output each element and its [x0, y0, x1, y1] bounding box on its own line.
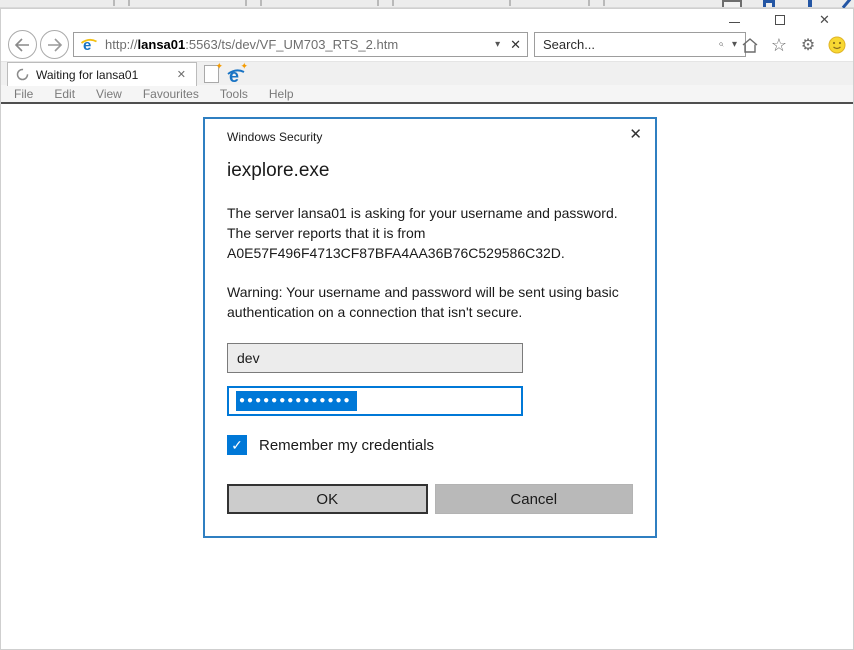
- background-window-fragment: [260, 0, 262, 6]
- background-window-fragment: [392, 0, 394, 6]
- new-tab-star-icon: ✦: [215, 61, 223, 71]
- tab-bar: Waiting for lansa01 ✕ ✦ e ✦: [1, 61, 853, 86]
- checkmark-icon: ✓: [231, 437, 243, 453]
- minimize-button[interactable]: [712, 11, 757, 28]
- maximize-button[interactable]: [757, 11, 802, 28]
- forward-button[interactable]: [40, 30, 69, 59]
- maximize-icon: [774, 14, 785, 25]
- favorites-button[interactable]: ☆: [769, 35, 789, 55]
- search-input[interactable]: [543, 37, 719, 52]
- close-icon: ✕: [819, 12, 830, 27]
- password-masked-text: ●●●●●●●●●●●●●●: [236, 391, 357, 411]
- dialog-buttons: OK Cancel: [227, 484, 633, 514]
- dialog-message: The server lansa01 is asking for your us…: [227, 205, 618, 261]
- navigation-bar: e http://lansa01:5563/ts/dev/VF_UM703_RT…: [1, 29, 853, 61]
- search-box[interactable]: ▾: [534, 32, 746, 57]
- tab-close-icon[interactable]: ✕: [175, 68, 188, 81]
- screen: ✕ e http://lansa01:5563/ts/dev/VF_UM703_…: [0, 0, 854, 650]
- close-button[interactable]: ✕: [802, 11, 847, 28]
- new-tab-button[interactable]: ✦: [204, 61, 223, 83]
- url-host: lansa01: [137, 37, 186, 52]
- menu-tools[interactable]: Tools: [220, 87, 248, 101]
- menu-view[interactable]: View: [96, 87, 122, 101]
- minimize-icon: [729, 22, 740, 23]
- active-tab[interactable]: Waiting for lansa01 ✕: [7, 62, 197, 86]
- windows-security-dialog: Windows Security ✕ iexplore.exe The serv…: [203, 117, 657, 538]
- dialog-warning: Warning: Your username and password will…: [227, 284, 619, 320]
- settings-button[interactable]: ⚙: [798, 35, 818, 55]
- background-window-fragment: [603, 0, 605, 6]
- home-button[interactable]: [740, 35, 760, 55]
- background-window-strip: [0, 0, 854, 9]
- cancel-button[interactable]: Cancel: [434, 484, 633, 514]
- feedback-button[interactable]: [827, 35, 847, 55]
- background-window-fragment: [808, 0, 812, 7]
- dialog-title: Windows Security: [227, 130, 323, 144]
- search-dropdown-icon[interactable]: ▾: [732, 39, 737, 50]
- menu-edit[interactable]: Edit: [54, 87, 75, 101]
- browser-toolbar: ☆ ⚙: [740, 32, 847, 58]
- ok-button[interactable]: OK: [227, 484, 428, 514]
- favorites-star-icon: ☆: [770, 34, 788, 55]
- search-icon[interactable]: [719, 37, 724, 52]
- background-window-fragment: [588, 0, 590, 6]
- open-edge-button[interactable]: e ✦: [225, 61, 248, 86]
- ie-logo-icon: e: [80, 37, 97, 54]
- menu-file[interactable]: File: [14, 87, 33, 101]
- background-window-fragment: [722, 0, 742, 7]
- back-arrow-icon: [14, 37, 29, 52]
- menu-favourites[interactable]: Favourites: [143, 87, 199, 101]
- svg-text:e: e: [229, 66, 239, 86]
- settings-gear-icon: ⚙: [800, 37, 816, 54]
- dialog-close-icon[interactable]: ✕: [629, 127, 642, 142]
- background-window-fragment: [763, 0, 775, 7]
- background-window-fragment: [128, 0, 130, 6]
- window-controls: ✕: [712, 11, 847, 28]
- tab-title: Waiting for lansa01: [36, 67, 139, 82]
- menu-help[interactable]: Help: [269, 87, 294, 101]
- dialog-app-name: iexplore.exe: [227, 160, 330, 181]
- menu-bar: File Edit View Favourites Tools Help: [1, 85, 853, 102]
- tab-loading-icon: [16, 68, 29, 81]
- background-window-fragment: [509, 0, 511, 6]
- url-path: :5563/ts/dev/VF_UM703_RTS_2.htm: [185, 37, 399, 52]
- url-prefix: http://: [105, 37, 138, 52]
- remember-credentials-row[interactable]: ✓ Remember my credentials: [227, 435, 633, 455]
- title-bar: ✕: [1, 9, 853, 29]
- background-window-fragment: [113, 0, 115, 6]
- forward-arrow-icon: [48, 37, 63, 52]
- address-dropdown-icon[interactable]: ▾: [495, 39, 500, 50]
- address-bar[interactable]: e http://lansa01:5563/ts/dev/VF_UM703_RT…: [73, 32, 528, 57]
- url-text: http://lansa01:5563/ts/dev/VF_UM703_RTS_…: [105, 37, 491, 52]
- remember-credentials-label: Remember my credentials: [259, 436, 435, 454]
- back-button[interactable]: [8, 30, 37, 59]
- stop-icon[interactable]: ✕: [510, 37, 521, 53]
- home-icon: [742, 37, 758, 53]
- edge-star-icon: ✦: [240, 61, 248, 71]
- username-field[interactable]: [227, 343, 523, 373]
- feedback-smiley-icon: [828, 36, 846, 54]
- password-field[interactable]: ●●●●●●●●●●●●●●: [227, 386, 523, 416]
- remember-credentials-checkbox[interactable]: ✓: [227, 435, 247, 455]
- background-window-fragment: [245, 0, 247, 6]
- background-window-fragment: [377, 0, 379, 6]
